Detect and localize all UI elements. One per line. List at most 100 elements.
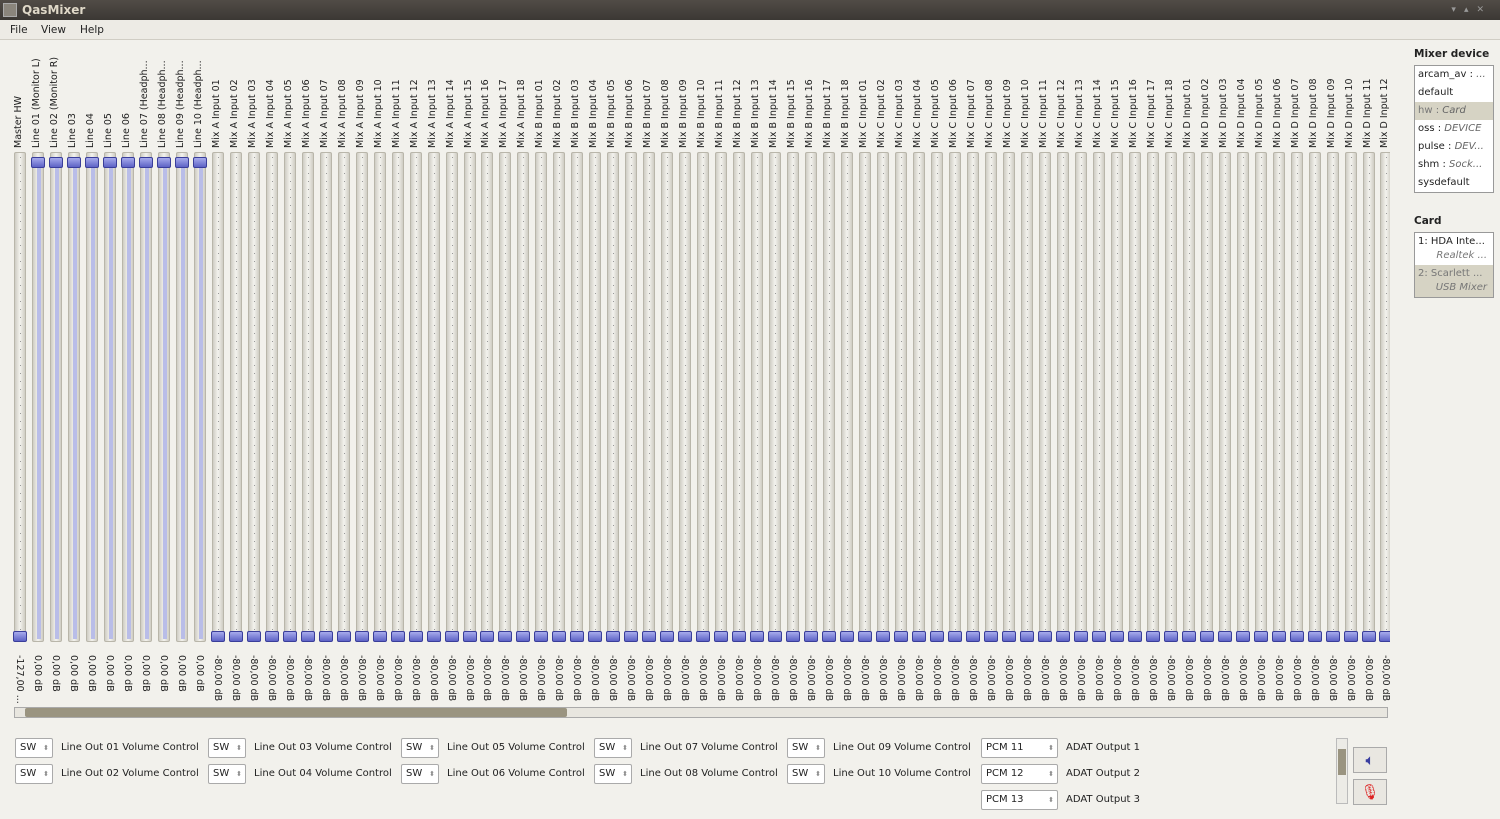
slider-thumb[interactable]	[1001, 631, 1016, 642]
slider-thumb[interactable]	[624, 631, 639, 642]
slider-thumb[interactable]	[804, 631, 819, 642]
volume-slider[interactable]	[1271, 152, 1286, 642]
mode-select[interactable]: SW	[208, 738, 246, 758]
mode-select[interactable]: SW	[594, 738, 632, 758]
slider-thumb[interactable]	[354, 631, 369, 642]
volume-slider[interactable]	[1073, 152, 1088, 642]
mode-select[interactable]: SW	[594, 764, 632, 784]
slider-thumb[interactable]	[1127, 631, 1142, 642]
slider-thumb[interactable]	[1343, 631, 1358, 642]
slider-thumb[interactable]	[1235, 631, 1250, 642]
slider-thumb[interactable]	[228, 631, 243, 642]
slider-thumb[interactable]	[894, 631, 909, 642]
slider-thumb[interactable]	[444, 631, 459, 642]
volume-slider[interactable]	[840, 152, 855, 642]
volume-slider[interactable]	[516, 152, 531, 642]
slider-thumb[interactable]	[1199, 631, 1214, 642]
slider-thumb[interactable]	[840, 631, 855, 642]
slider-thumb[interactable]	[1019, 631, 1034, 642]
slider-thumb[interactable]	[750, 631, 765, 642]
volume-slider[interactable]	[120, 152, 135, 642]
volume-slider[interactable]	[1343, 152, 1358, 642]
volume-slider[interactable]	[1307, 152, 1322, 642]
slider-thumb[interactable]	[983, 631, 998, 642]
mixer-device-item[interactable]: pulse : DEV...	[1415, 138, 1493, 156]
volume-slider[interactable]	[84, 152, 99, 642]
mixer-device-item[interactable]: shm : Sock...	[1415, 156, 1493, 174]
slider-thumb[interactable]	[426, 631, 441, 642]
volume-slider[interactable]	[696, 152, 711, 642]
volume-slider[interactable]	[714, 152, 729, 642]
volume-slider[interactable]	[210, 152, 225, 642]
volume-slider[interactable]	[408, 152, 423, 642]
slider-thumb[interactable]	[1073, 631, 1088, 642]
volume-slider[interactable]	[1361, 152, 1376, 642]
volume-slider[interactable]	[876, 152, 891, 642]
mode-select[interactable]: PCM 11	[981, 738, 1058, 758]
slider-thumb[interactable]	[102, 157, 117, 168]
slider-thumb[interactable]	[588, 631, 603, 642]
slider-thumb[interactable]	[498, 631, 513, 642]
volume-slider[interactable]	[13, 152, 27, 642]
volume-slider[interactable]	[570, 152, 585, 642]
mode-select[interactable]: SW	[15, 764, 53, 784]
menu-file[interactable]: File	[10, 24, 28, 36]
volume-slider[interactable]	[336, 152, 351, 642]
slider-thumb[interactable]	[318, 631, 333, 642]
volume-slider[interactable]	[372, 152, 387, 642]
volume-slider[interactable]	[426, 152, 441, 642]
volume-slider[interactable]	[1163, 152, 1178, 642]
menu-view[interactable]: View	[41, 24, 66, 36]
slider-thumb[interactable]	[480, 631, 495, 642]
volume-slider[interactable]	[1379, 152, 1390, 642]
slider-thumb[interactable]	[1253, 631, 1268, 642]
volume-slider[interactable]	[1325, 152, 1340, 642]
volume-slider[interactable]	[588, 152, 603, 642]
slider-thumb[interactable]	[1091, 631, 1106, 642]
volume-slider[interactable]	[1037, 152, 1052, 642]
volume-slider[interactable]	[768, 152, 783, 642]
slider-thumb[interactable]	[120, 157, 135, 168]
volume-slider[interactable]	[102, 152, 117, 642]
volume-slider[interactable]	[192, 152, 207, 642]
volume-slider[interactable]	[732, 152, 747, 642]
volume-slider[interactable]	[1019, 152, 1034, 642]
volume-slider[interactable]	[1181, 152, 1196, 642]
volume-slider[interactable]	[498, 152, 513, 642]
slider-thumb[interactable]	[768, 631, 783, 642]
slider-thumb[interactable]	[1271, 631, 1286, 642]
volume-slider[interactable]	[1109, 152, 1124, 642]
slider-thumb[interactable]	[210, 631, 225, 642]
microphone-icon[interactable]: 🎙︎	[1353, 779, 1387, 805]
card-list[interactable]: 1: HDA Inte... Realtek ... 2: Scarlett ...…	[1414, 232, 1494, 298]
slider-thumb[interactable]	[912, 631, 926, 642]
slider-thumb[interactable]	[822, 631, 837, 642]
volume-slider[interactable]	[66, 152, 81, 642]
slider-thumb[interactable]	[696, 631, 711, 642]
volume-slider[interactable]	[1127, 152, 1142, 642]
volume-slider[interactable]	[894, 152, 909, 642]
volume-slider[interactable]	[174, 152, 189, 642]
slider-thumb[interactable]	[534, 631, 549, 642]
card-item[interactable]: 1: HDA Inte... Realtek ...	[1415, 233, 1493, 265]
slider-thumb[interactable]	[1379, 631, 1390, 642]
slider-thumb[interactable]	[965, 631, 980, 642]
volume-slider[interactable]	[678, 152, 693, 642]
slider-thumb[interactable]	[1361, 631, 1376, 642]
volume-slider[interactable]	[138, 152, 153, 642]
mode-select[interactable]: SW	[401, 738, 439, 758]
volume-slider[interactable]	[858, 152, 873, 642]
volume-slider[interactable]	[444, 152, 459, 642]
volume-slider[interactable]	[786, 152, 801, 642]
mode-select[interactable]: PCM 13	[981, 790, 1058, 810]
slider-thumb[interactable]	[84, 157, 99, 168]
card-item[interactable]: 2: Scarlett ... USB Mixer	[1415, 265, 1493, 297]
volume-slider[interactable]	[552, 152, 567, 642]
volume-slider[interactable]	[390, 152, 405, 642]
slider-thumb[interactable]	[929, 631, 944, 642]
slider-thumb[interactable]	[156, 157, 171, 168]
volume-slider[interactable]	[750, 152, 765, 642]
slider-thumb[interactable]	[300, 631, 315, 642]
menu-help[interactable]: Help	[80, 24, 104, 36]
volume-slider[interactable]	[1091, 152, 1106, 642]
